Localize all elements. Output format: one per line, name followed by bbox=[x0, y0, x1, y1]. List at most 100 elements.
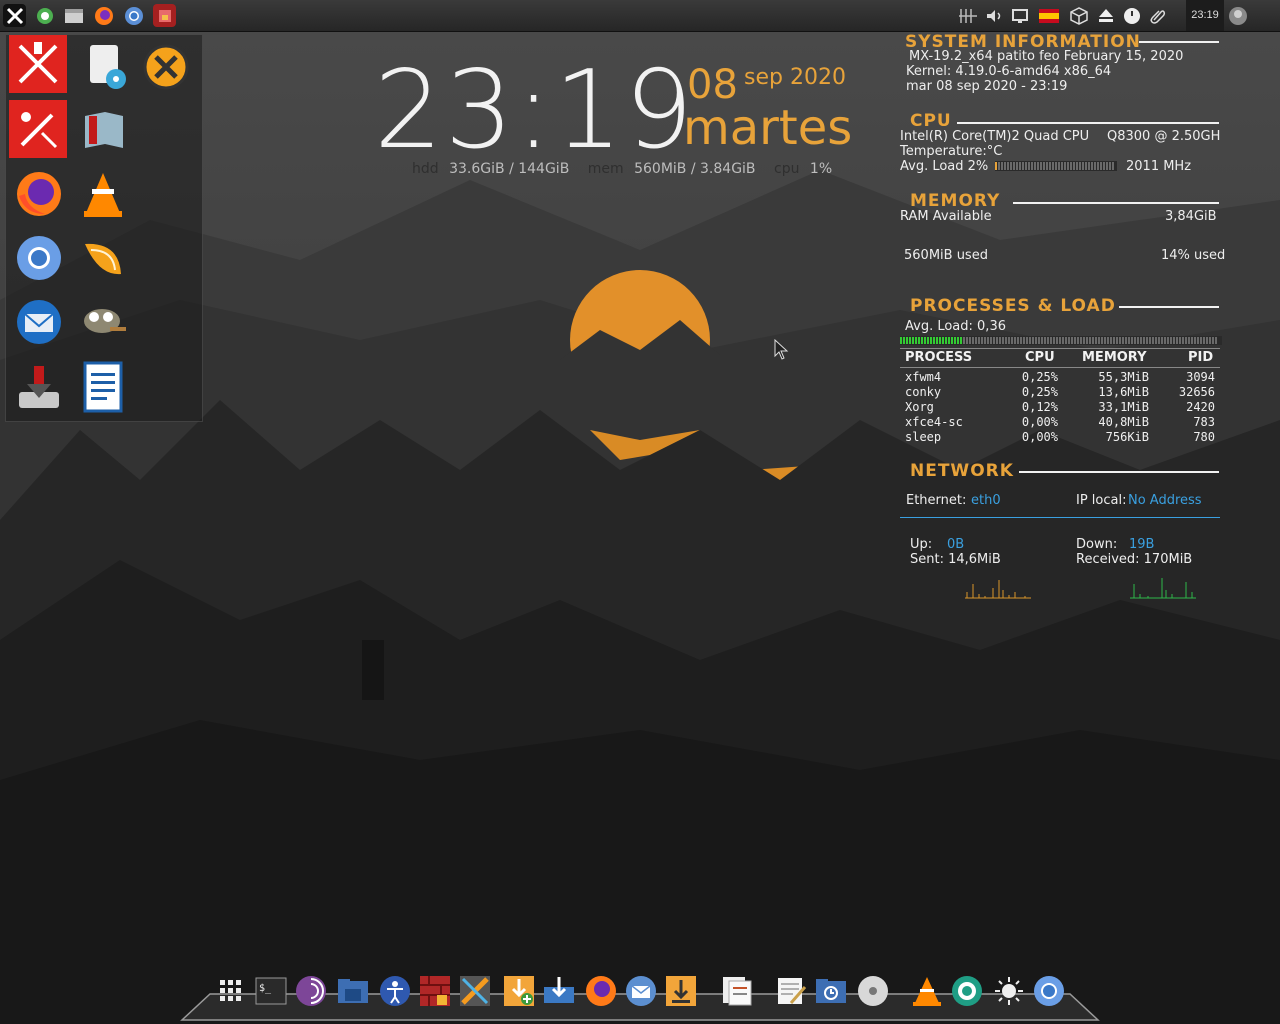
folder-icon[interactable] bbox=[336, 974, 370, 1008]
process-cpu-cell: 0,25% bbox=[1021, 370, 1058, 384]
documents-icon[interactable] bbox=[720, 974, 754, 1008]
paperclip-icon[interactable] bbox=[1148, 6, 1168, 26]
document-viewer-icon[interactable] bbox=[75, 38, 133, 96]
update-icon[interactable] bbox=[33, 4, 56, 27]
processes-heading: PROCESSES & LOAD bbox=[910, 296, 1116, 316]
crossover-icon[interactable] bbox=[137, 38, 195, 96]
process-column-header: PROCESS bbox=[905, 350, 973, 365]
panel-clock[interactable]: 23:19 bbox=[1186, 0, 1224, 31]
cpu-speed: Q8300 @ 2.50GH bbox=[1107, 129, 1221, 144]
firewall-icon[interactable] bbox=[418, 974, 452, 1008]
shutter-icon[interactable] bbox=[950, 974, 984, 1008]
downloader-icon[interactable] bbox=[664, 974, 698, 1008]
memory-column-header: MEMORY bbox=[1082, 350, 1147, 365]
top-panel: 23:19 bbox=[0, 0, 1280, 32]
ethernet-value: eth0 bbox=[971, 493, 1001, 508]
chromium-icon[interactable] bbox=[1032, 974, 1066, 1008]
terminal-icon[interactable]: $_ bbox=[254, 974, 288, 1008]
conky-panel: SYSTEM INFORMATION MX-19.2_x64 patito fe… bbox=[895, 30, 1225, 610]
download-graph bbox=[1130, 578, 1196, 599]
process-mem-cell: 40,8MiB bbox=[1098, 415, 1149, 429]
orange-icon[interactable] bbox=[74, 229, 132, 287]
upload-label: Up: bbox=[910, 537, 933, 552]
xfce-settings-icon[interactable] bbox=[458, 974, 492, 1008]
ram-available-value: 3,84GiB bbox=[1165, 209, 1217, 224]
heading-rule bbox=[1139, 41, 1219, 43]
process-mem-cell: 13,6MiB bbox=[1098, 385, 1149, 399]
mx-logo-icon[interactable] bbox=[3, 4, 26, 27]
process-mem-cell: 756KiB bbox=[1105, 430, 1149, 444]
app-grid-icon[interactable] bbox=[214, 974, 248, 1008]
installer-icon[interactable] bbox=[10, 358, 68, 416]
download-plus-icon[interactable] bbox=[502, 974, 536, 1008]
cpu-avg-load: Avg. Load 2% bbox=[900, 159, 989, 174]
firefox-icon[interactable] bbox=[10, 165, 68, 223]
firefox-icon[interactable] bbox=[92, 4, 115, 27]
process-cpu-cell: 0,12% bbox=[1021, 400, 1058, 414]
mem-label: mem bbox=[587, 161, 624, 177]
file-manager-icon[interactable] bbox=[62, 4, 85, 27]
hdd-value: 33.6GiB / 144GiB bbox=[449, 161, 570, 177]
chromium-icon[interactable] bbox=[122, 4, 145, 27]
download-value: 19B bbox=[1129, 537, 1155, 552]
ethernet-label: Ethernet: bbox=[906, 493, 967, 508]
cpu-column-header: CPU bbox=[1025, 350, 1055, 365]
process-name-cell: xfwm4 bbox=[905, 370, 942, 384]
process-pid-cell: 783 bbox=[1193, 415, 1215, 429]
cpu-load-bar bbox=[995, 161, 1117, 171]
volume-icon[interactable] bbox=[984, 6, 1004, 26]
system-stats-line: hdd 33.6GiB / 144GiB mem 560MiB / 3.84Gi… bbox=[412, 161, 846, 177]
cpu-temperature: Temperature:°C bbox=[900, 144, 1003, 159]
heading-rule bbox=[1013, 202, 1219, 204]
text-editor-icon[interactable] bbox=[774, 974, 808, 1008]
ram-available-label: RAM Available bbox=[900, 209, 992, 224]
process-mem-cell: 55,3MiB bbox=[1098, 370, 1149, 384]
network-icon[interactable] bbox=[958, 6, 978, 26]
email-icon[interactable] bbox=[624, 974, 658, 1008]
book-icon[interactable] bbox=[75, 102, 133, 160]
heading-rule bbox=[1119, 306, 1219, 308]
firefox-icon[interactable] bbox=[584, 974, 618, 1008]
spain-flag-icon[interactable] bbox=[1039, 6, 1059, 26]
received-total: Received: 170MiB bbox=[1076, 552, 1193, 567]
dock: $_ bbox=[186, 968, 1094, 1022]
avatar-icon[interactable] bbox=[1228, 6, 1248, 26]
network-share-icon[interactable] bbox=[542, 974, 576, 1008]
package-icon[interactable] bbox=[1069, 6, 1089, 26]
process-cpu-cell: 0,25% bbox=[1021, 385, 1058, 399]
process-name-cell: conky bbox=[905, 385, 942, 399]
eject-icon[interactable] bbox=[1096, 6, 1116, 26]
disc-icon[interactable] bbox=[856, 974, 890, 1008]
accessibility-icon[interactable] bbox=[378, 974, 412, 1008]
power-icon[interactable] bbox=[1122, 6, 1142, 26]
clock-weekday: martes bbox=[683, 100, 853, 156]
memory-heading: MEMORY bbox=[910, 191, 1001, 211]
app-grid-icon[interactable] bbox=[153, 4, 176, 27]
backup-folder-icon[interactable] bbox=[814, 974, 848, 1008]
brightness-icon[interactable] bbox=[992, 974, 1026, 1008]
svg-text:$_: $_ bbox=[259, 983, 272, 994]
system-info-distro: MX-19.2_x64 patito feo February 15, 2020 bbox=[909, 49, 1184, 64]
process-name-cell: xfce4-sc bbox=[905, 415, 963, 429]
upload-value: 0B bbox=[947, 537, 965, 552]
writer-icon[interactable] bbox=[74, 358, 132, 416]
process-name-cell: Xorg bbox=[905, 400, 934, 414]
mx-tools-icon[interactable] bbox=[9, 35, 67, 93]
tor-icon[interactable] bbox=[294, 974, 328, 1008]
ip-local-value: No Address bbox=[1128, 493, 1202, 508]
pid-column-header: PID bbox=[1188, 350, 1214, 365]
upload-graph bbox=[965, 580, 1031, 599]
clock-month-year: sep 2020 bbox=[744, 65, 846, 90]
mem-value: 560MiB / 3.84GiB bbox=[634, 161, 756, 177]
mx-tweak-icon[interactable] bbox=[9, 100, 67, 158]
clock-time: 23:19 bbox=[374, 48, 696, 173]
display-icon[interactable] bbox=[1010, 6, 1030, 26]
ram-used: 560MiB used bbox=[904, 248, 988, 263]
process-cpu-cell: 0,00% bbox=[1021, 430, 1058, 444]
gimp-icon[interactable] bbox=[74, 293, 132, 351]
chromium-icon[interactable] bbox=[10, 229, 68, 287]
vlc-icon[interactable] bbox=[74, 165, 132, 223]
thunderbird-icon[interactable] bbox=[10, 293, 68, 351]
system-info-date: mar 08 sep 2020 - 23:19 bbox=[906, 79, 1068, 94]
vlc-icon[interactable] bbox=[910, 974, 944, 1008]
